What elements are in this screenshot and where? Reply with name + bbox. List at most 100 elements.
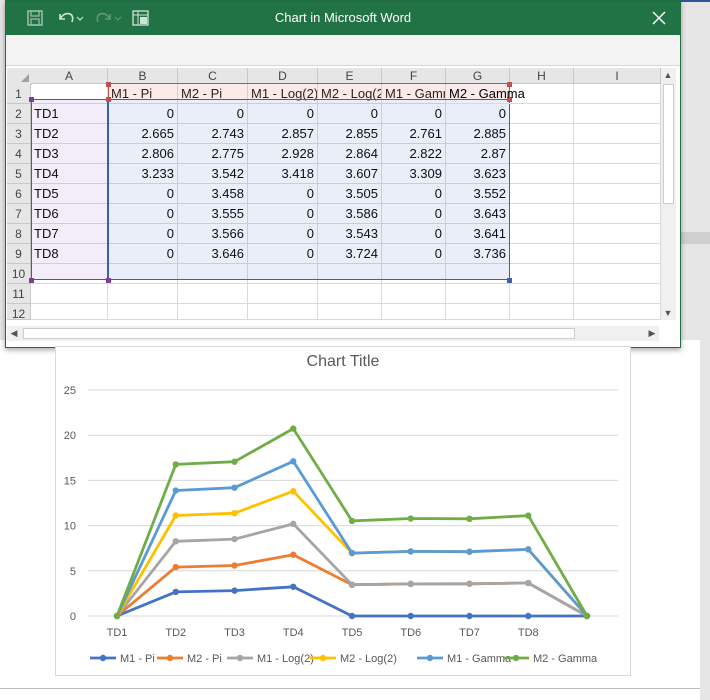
row-header[interactable]: 12	[7, 304, 31, 320]
cell[interactable]	[510, 124, 574, 144]
cell[interactable]	[248, 284, 318, 304]
column-header[interactable]: G	[446, 68, 510, 84]
cell[interactable]	[574, 204, 661, 224]
legend-marker	[99, 654, 107, 662]
column-header[interactable]: H	[510, 68, 574, 84]
values-range-highlight	[108, 99, 510, 280]
cell[interactable]	[574, 84, 661, 104]
row-header[interactable]: 7	[7, 204, 31, 224]
cell[interactable]	[510, 164, 574, 184]
scroll-right-icon[interactable]: ▶	[645, 326, 659, 340]
data-point	[290, 520, 297, 528]
row-header[interactable]: 11	[7, 284, 31, 304]
x-tick-label: TD6	[400, 627, 421, 639]
cell[interactable]	[574, 284, 661, 304]
scroll-left-icon[interactable]: ◀	[7, 326, 21, 340]
select-all-corner[interactable]	[7, 68, 32, 85]
cell[interactable]	[108, 284, 178, 304]
row-header[interactable]: 3	[7, 124, 31, 144]
row-header[interactable]: 1	[7, 84, 31, 104]
row-header[interactable]: 8	[7, 224, 31, 244]
cell[interactable]	[248, 304, 318, 320]
series-header-cell[interactable]: M2 - Gamma	[446, 84, 525, 104]
cell[interactable]	[510, 304, 574, 320]
redo-icon[interactable]	[94, 9, 122, 27]
cell[interactable]	[574, 124, 661, 144]
cell[interactable]	[510, 224, 574, 244]
cell[interactable]	[574, 104, 661, 124]
cell[interactable]	[446, 284, 510, 304]
close-icon[interactable]	[650, 9, 668, 27]
chart-data-window: Chart in Microsoft Word A B C D E F G H I 1 M1 - P…	[5, 0, 681, 348]
column-header[interactable]: A	[31, 68, 108, 84]
window-titlebar: Chart in Microsoft Word	[6, 1, 680, 35]
line-chart[interactable]: Chart Title 0 5 10 15 20 25 TD1 TD2 TD3 TD4 TD5 TD6…	[55, 346, 631, 676]
row-header[interactable]: 10	[7, 264, 31, 284]
scroll-down-icon[interactable]: ▼	[661, 306, 675, 320]
edit-data-icon[interactable]	[132, 9, 150, 27]
horizontal-scrollbar[interactable]: ◀ ▶	[7, 326, 659, 341]
range-resize-handle[interactable]	[106, 97, 111, 102]
column-header[interactable]: D	[248, 68, 318, 84]
legend-label: M1 - Gamma	[447, 653, 512, 665]
cell[interactable]	[31, 284, 108, 304]
cell[interactable]	[574, 224, 661, 244]
cell[interactable]	[574, 184, 661, 204]
cell[interactable]	[510, 144, 574, 164]
data-point	[525, 612, 532, 620]
row-header[interactable]: 9	[7, 244, 31, 264]
cell[interactable]	[510, 284, 574, 304]
column-header[interactable]: E	[318, 68, 382, 84]
column-header[interactable]: C	[178, 68, 248, 84]
save-icon[interactable]	[26, 9, 44, 27]
cell[interactable]	[382, 284, 446, 304]
legend-marker	[319, 654, 327, 662]
cell[interactable]	[108, 304, 178, 320]
cell[interactable]	[178, 284, 248, 304]
range-resize-handle[interactable]	[29, 97, 34, 102]
y-tick-label: 0	[70, 611, 76, 623]
cell[interactable]	[574, 144, 661, 164]
data-point	[290, 583, 297, 590]
range-resize-handle[interactable]	[29, 278, 34, 283]
cell[interactable]	[574, 304, 661, 320]
cell[interactable]	[510, 204, 574, 224]
cell[interactable]	[446, 304, 510, 320]
range-resize-handle[interactable]	[507, 278, 512, 283]
vertical-scroll-thumb[interactable]	[663, 84, 674, 204]
data-point	[231, 484, 238, 491]
range-resize-handle[interactable]	[106, 82, 111, 87]
cell[interactable]	[178, 304, 248, 320]
cell[interactable]	[318, 284, 382, 304]
row-header[interactable]: 6	[7, 184, 31, 204]
cell[interactable]	[510, 184, 574, 204]
row-header[interactable]: 5	[7, 164, 31, 184]
cell[interactable]	[574, 164, 661, 184]
cell[interactable]	[574, 244, 661, 264]
column-header[interactable]: I	[574, 68, 661, 84]
range-resize-handle[interactable]	[106, 278, 111, 283]
cell[interactable]	[510, 264, 574, 284]
cell[interactable]	[510, 104, 574, 124]
row-header[interactable]: 4	[7, 144, 31, 164]
word-ruler-strip	[680, 232, 710, 244]
x-tick-label: TD1	[107, 627, 128, 639]
column-header[interactable]: B	[108, 68, 178, 84]
x-tick-label: TD7	[459, 627, 480, 639]
scroll-up-icon[interactable]: ▲	[661, 68, 675, 82]
cell[interactable]	[382, 304, 446, 320]
cell[interactable]	[318, 304, 382, 320]
data-point	[172, 563, 179, 571]
row-header[interactable]: 2	[7, 104, 31, 124]
formula-bar-area	[6, 35, 680, 66]
data-point	[348, 581, 356, 588]
cell[interactable]	[31, 304, 108, 320]
cell[interactable]	[574, 264, 661, 284]
data-point	[231, 562, 238, 569]
vertical-scrollbar[interactable]: ▲ ▼	[661, 68, 676, 320]
cell[interactable]	[510, 244, 574, 264]
horizontal-scroll-thumb[interactable]	[23, 328, 575, 339]
column-header[interactable]: F	[382, 68, 446, 84]
undo-icon[interactable]	[56, 9, 84, 27]
data-point	[348, 612, 356, 620]
